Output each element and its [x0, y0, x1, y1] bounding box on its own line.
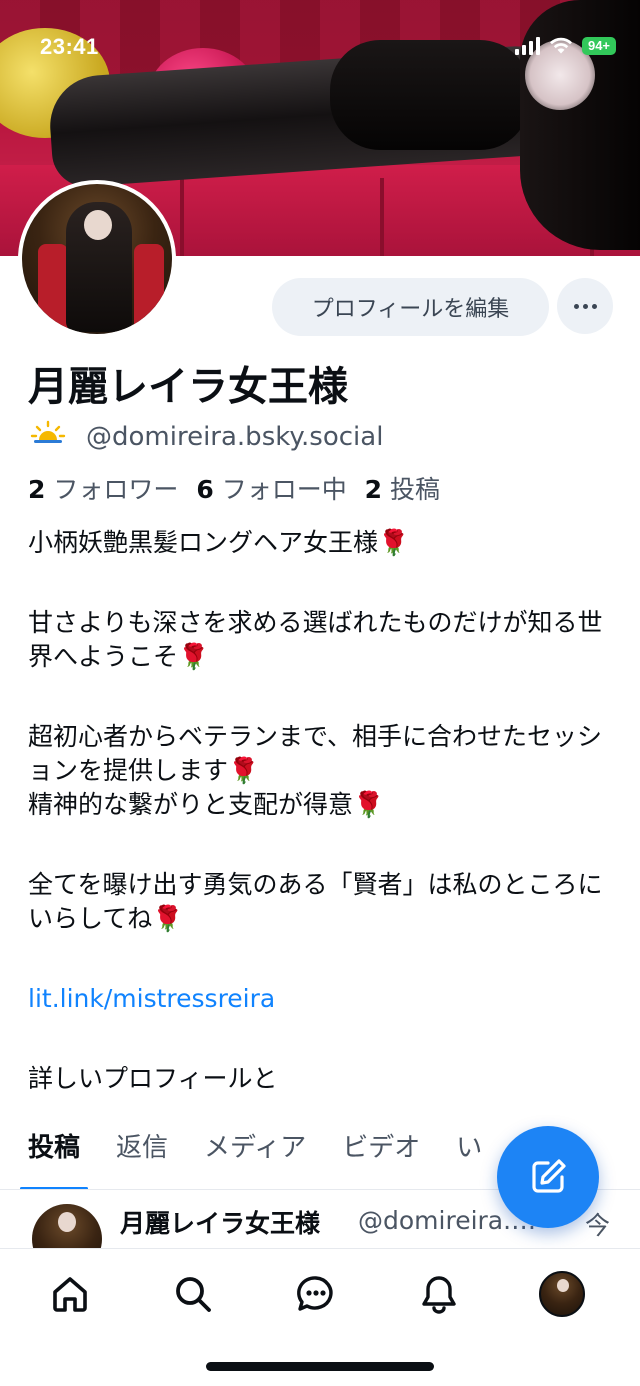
profile-handle[interactable]: @domireira.bsky.social — [86, 422, 383, 452]
profile-bio: 小柄妖艶黒髪ロングヘア女王様🌹 甘さよりも深さを求める選ばれたものだけが知る世界… — [28, 526, 620, 1096]
avatar-face — [84, 210, 112, 240]
status-icons: 94+ — [515, 36, 616, 55]
display-name: 月麗レイラ女王様 — [28, 364, 348, 410]
search-icon[interactable] — [168, 1269, 218, 1319]
tab-replies[interactable]: 返信 — [116, 1122, 168, 1189]
wifi-icon — [550, 37, 572, 54]
avatar-chair-left — [38, 244, 68, 334]
post-author-name: 月麗レイラ女王様 — [120, 1209, 321, 1238]
chat-icon[interactable] — [291, 1269, 341, 1319]
post-avatar[interactable] — [32, 1204, 102, 1248]
status-time: 23:41 — [40, 34, 99, 59]
tab-media[interactable]: メディア — [204, 1122, 306, 1189]
post-time: 今 — [585, 1211, 611, 1240]
bell-icon[interactable] — [414, 1269, 464, 1319]
banner-sofa-seam — [180, 178, 184, 256]
followers-stat[interactable]: 2 フォロワー — [28, 475, 178, 504]
bio-link[interactable]: lit.link/mistressreira — [28, 982, 620, 1016]
bio-line: 詳しいプロフィールと — [28, 1064, 278, 1093]
tab-videos[interactable]: ビデオ — [342, 1122, 420, 1189]
tab-likes[interactable]: い — [456, 1122, 482, 1189]
avatar — [539, 1271, 585, 1317]
battery-icon: 94+ — [582, 36, 616, 55]
tab-posts[interactable]: 投稿 — [19, 1122, 89, 1189]
bio-line: 超初心者からベテランまで、相手に合わせたセッションを提供します🌹 — [28, 722, 603, 785]
compose-icon — [532, 1159, 566, 1193]
sun-behind-cloud-icon — [30, 420, 70, 453]
home-indicator — [206, 1362, 434, 1371]
bio-line: 甘さよりも深さを求める選ばれたものだけが知る世界へようこそ🌹 — [28, 608, 603, 671]
following-stat[interactable]: 6 フォロー中 — [196, 475, 346, 504]
profile-avatar[interactable] — [18, 180, 176, 338]
banner-sofa-seam — [380, 178, 384, 256]
compose-button[interactable] — [497, 1126, 599, 1228]
profile-nav-avatar[interactable] — [537, 1269, 587, 1319]
bio-line: 全てを曝け出す勇気のある「賢者」は私のところにいらしてね🌹 — [28, 870, 603, 933]
signal-icon — [515, 36, 540, 55]
bio-line: 精神的な繋がりと支配が得意🌹 — [28, 790, 385, 819]
bio-line: 小柄妖艶黒髪ロングヘア女王様🌹 — [28, 528, 410, 557]
edit-profile-button[interactable]: プロフィールを編集 — [272, 278, 549, 336]
banner-figure-torso — [330, 40, 530, 150]
home-icon[interactable] — [45, 1269, 95, 1319]
handle-row: @domireira.bsky.social — [30, 420, 383, 453]
more-icon[interactable] — [557, 278, 613, 334]
profile-stats: 2 フォロワー 6 フォロー中 2 投稿 — [28, 470, 440, 506]
posts-stat: 2 投稿 — [364, 475, 441, 504]
avatar-chair-right — [134, 244, 164, 334]
